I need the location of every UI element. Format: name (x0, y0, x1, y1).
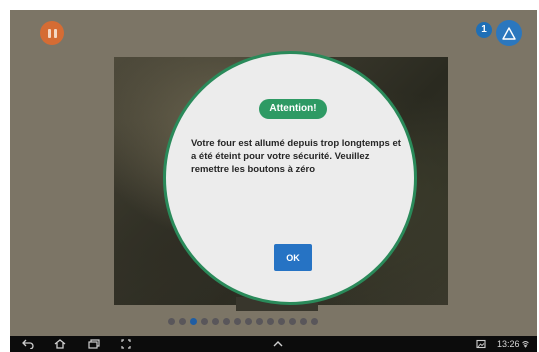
pause-button[interactable] (40, 21, 64, 45)
home-icon[interactable] (54, 339, 66, 349)
dialog-message: Votre four est allumé depuis trop longte… (191, 138, 401, 175)
carousel-dot[interactable] (201, 317, 208, 325)
carousel-dot[interactable] (190, 317, 197, 325)
warning-triangle-icon (502, 26, 516, 40)
dialog-title: Attention! (259, 99, 327, 119)
carousel-dot[interactable] (168, 317, 175, 325)
pause-icon (47, 28, 51, 38)
alert-button[interactable] (496, 20, 522, 46)
notification-badge[interactable]: 1 (476, 22, 492, 38)
ok-button[interactable]: OK (274, 244, 312, 271)
carousel-dot[interactable] (300, 317, 307, 325)
wifi-icon (522, 341, 529, 348)
app-screen: 1 Attention! Votre four est allumé depui… (10, 10, 537, 336)
carousel-dot[interactable] (234, 317, 241, 325)
chevron-up-icon[interactable] (272, 339, 284, 349)
attention-dialog: Attention! Votre four est allumé depuis … (163, 51, 417, 305)
pause-icon-bar (53, 28, 57, 38)
carousel-dots (168, 316, 318, 326)
carousel-dot[interactable] (311, 317, 318, 325)
clock-time: 13:26 (496, 339, 520, 349)
carousel-dot[interactable] (256, 317, 263, 325)
back-icon[interactable] (22, 339, 34, 349)
carousel-dot[interactable] (179, 317, 186, 325)
status-clock: 13:26 (497, 338, 529, 350)
carousel-dot[interactable] (212, 317, 219, 325)
screenshot-icon[interactable] (121, 339, 131, 349)
gallery-icon (476, 339, 486, 349)
system-nav-bar: 13:26 (10, 336, 537, 352)
carousel-dot[interactable] (289, 317, 296, 325)
carousel-dot[interactable] (245, 317, 252, 325)
recent-apps-icon[interactable] (88, 339, 100, 349)
carousel-dot[interactable] (223, 317, 230, 325)
carousel-dot[interactable] (267, 317, 274, 325)
carousel-dot[interactable] (278, 317, 285, 325)
